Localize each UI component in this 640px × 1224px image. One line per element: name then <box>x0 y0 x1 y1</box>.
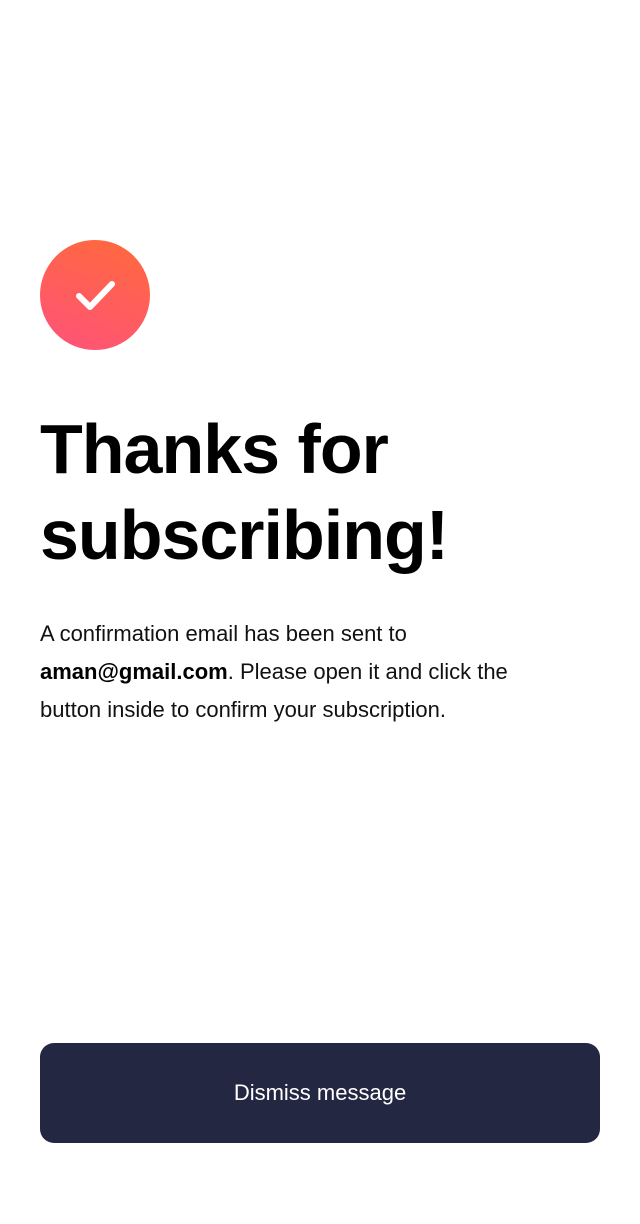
subscriber-email: aman@gmail.com <box>40 659 228 684</box>
dismiss-message-button[interactable]: Dismiss message <box>40 1043 600 1143</box>
success-page: Thanks for subscribing! A confirmation e… <box>40 0 600 1224</box>
success-badge <box>40 240 150 350</box>
page-title: Thanks for subscribing! <box>40 410 449 574</box>
message-prefix: A confirmation email has been sent to <box>40 621 407 646</box>
confirmation-message: A confirmation email has been sent to am… <box>40 615 560 729</box>
checkmark-icon <box>76 281 115 310</box>
